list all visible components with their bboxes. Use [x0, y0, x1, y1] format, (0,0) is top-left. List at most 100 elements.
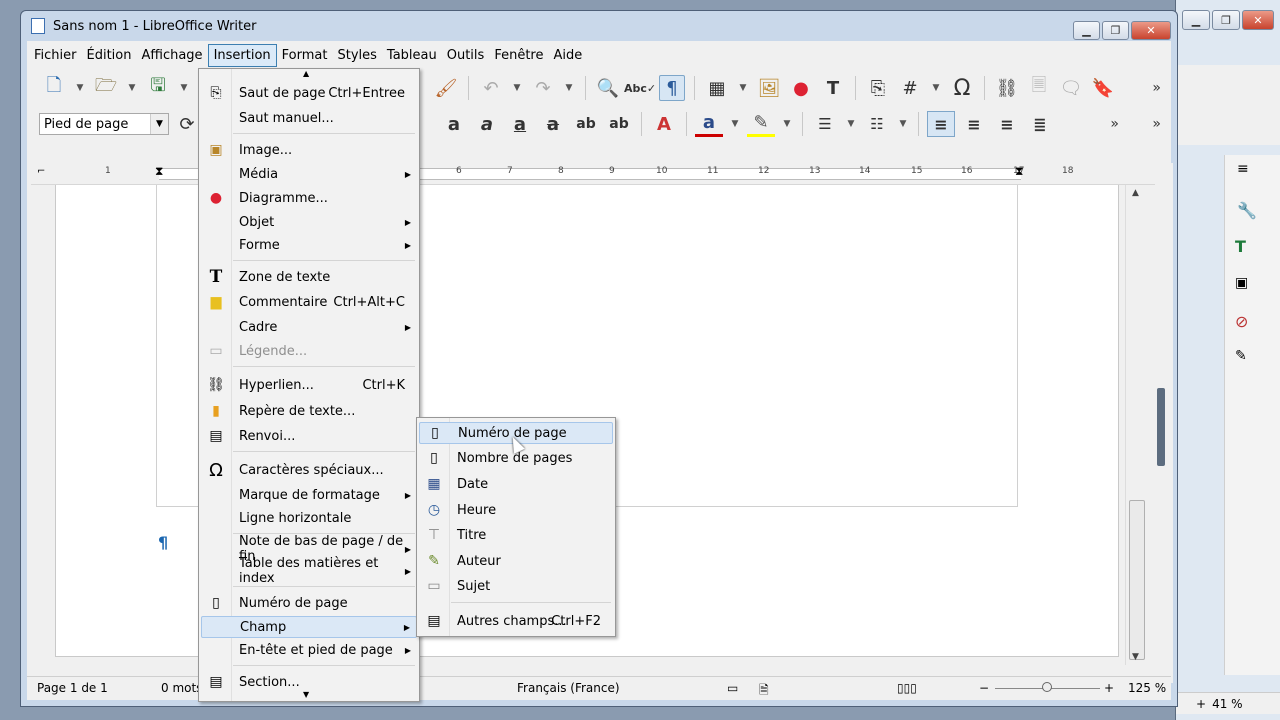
chevron-down-icon[interactable]: ▼ — [150, 114, 168, 134]
submenu-item-sujet[interactable]: ▭ Sujet — [419, 575, 613, 597]
justify-icon[interactable]: ≣ — [1026, 111, 1054, 137]
menu-styles[interactable]: Styles — [332, 45, 381, 66]
highlight-dropdown-icon[interactable]: ▼ — [780, 111, 794, 137]
table-dropdown-icon[interactable]: ▼ — [736, 75, 750, 101]
footnote-icon[interactable]: 🗏 — [1026, 75, 1052, 101]
undo-dropdown-icon[interactable]: ▼ — [510, 75, 524, 101]
gallery-icon[interactable]: ▣ — [1235, 275, 1248, 291]
menu-item-saut-manuel[interactable]: Saut manuel... — [201, 107, 417, 129]
bookmark-icon[interactable]: 🔖 — [1090, 75, 1116, 101]
strikethrough-icon[interactable]: a — [539, 111, 567, 137]
menu-format[interactable]: Format — [277, 45, 333, 66]
insert-table-icon[interactable]: ▦ — [704, 75, 730, 101]
menu-item-champ[interactable]: Champ ▶ — [201, 616, 417, 638]
wrench-icon[interactable]: 🔧 — [1237, 201, 1257, 220]
menu-insertion[interactable]: Insertion — [207, 43, 277, 67]
menu-item-diagramme[interactable]: ● Diagramme... — [201, 187, 417, 209]
format-toolbar-more-icon[interactable]: » — [1110, 116, 1119, 132]
selection-mode-icon[interactable]: ▭ — [727, 681, 738, 695]
maximize-icon[interactable]: ❐ — [1102, 21, 1129, 40]
field-dropdown-icon[interactable]: ▼ — [929, 75, 943, 101]
menu-scroll-down-icon[interactable]: ▼ — [303, 690, 309, 699]
minimize-icon[interactable]: ▁ — [1073, 21, 1100, 40]
font-color-dropdown-icon[interactable]: ▼ — [728, 111, 742, 137]
submenu-item-auteur[interactable]: ✎ Auteur — [419, 550, 613, 572]
scroll-thumb[interactable] — [1129, 500, 1145, 660]
vertical-scrollbar[interactable]: ▲ ▼ — [1125, 185, 1149, 665]
clone-formatting-icon[interactable]: 🖌 — [433, 75, 459, 101]
menu-item-commentaire[interactable]: ▆ Commentaire Ctrl+Alt+C — [201, 291, 417, 313]
menu-item-repere-de-texte[interactable]: ▮ Repère de texte... — [201, 400, 417, 422]
underline-icon[interactable]: a — [506, 111, 534, 137]
sidebar-grip[interactable] — [1157, 388, 1165, 466]
bg-close-icon[interactable]: ✕ — [1242, 10, 1274, 30]
open-dropdown-icon[interactable]: ▼ — [125, 75, 139, 101]
numbered-dropdown-icon[interactable]: ▼ — [896, 111, 910, 137]
menu-item-cadre[interactable]: Cadre ▶ — [201, 316, 417, 338]
zoom-slider-knob[interactable] — [1042, 682, 1052, 692]
insert-text-box-icon[interactable]: T — [820, 75, 846, 101]
menu-item-zone-de-texte[interactable]: T Zone de texte — [201, 266, 417, 288]
bullet-dropdown-icon[interactable]: ▼ — [844, 111, 858, 137]
menu-edition[interactable]: Édition — [82, 45, 137, 66]
menu-fenetre[interactable]: Fenêtre — [489, 45, 548, 66]
menu-tableau[interactable]: Tableau — [382, 45, 442, 66]
menu-item-objet[interactable]: Objet ▶ — [201, 211, 417, 233]
subscript-icon[interactable]: ab — [605, 111, 633, 137]
redo-icon[interactable]: ↷ — [530, 75, 556, 101]
menu-item-forme[interactable]: Forme ▶ — [201, 234, 417, 256]
font-color-icon[interactable]: a — [695, 111, 723, 137]
submenu-item-titre[interactable]: ⊤ Titre — [419, 524, 613, 546]
zoom-out-icon[interactable]: − — [979, 681, 989, 695]
menu-fichier[interactable]: Fichier — [29, 45, 82, 66]
comment-icon[interactable]: 🗨 — [1058, 75, 1084, 101]
save-icon[interactable]: 🖫 — [145, 75, 171, 101]
bullet-list-icon[interactable]: ☰ — [811, 111, 839, 137]
scroll-down-icon[interactable]: ▼ — [1132, 652, 1139, 662]
update-style-icon[interactable]: ⟳ — [174, 111, 200, 137]
menu-item-image[interactable]: ▣ Image... — [201, 139, 417, 161]
menu-item-table-des-matieres[interactable]: Table des matières et index ▶ — [201, 556, 417, 586]
menu-item-en-tete-pied-de-page[interactable]: En-tête et pied de page ▶ — [201, 639, 417, 661]
new-document-icon[interactable]: 🗋 — [41, 75, 67, 101]
view-layout-icon[interactable]: ▯▯▯ — [897, 681, 917, 695]
highlight-icon[interactable]: ✎ — [747, 111, 775, 137]
redo-dropdown-icon[interactable]: ▼ — [562, 75, 576, 101]
menu-item-numero-de-page[interactable]: ▯ Numéro de page — [201, 592, 417, 614]
insert-field-icon[interactable]: # — [897, 75, 923, 101]
submenu-item-date[interactable]: ▦ Date — [419, 473, 613, 495]
manage-changes-icon[interactable]: ✎ — [1235, 348, 1247, 364]
right-indent-icon[interactable]: ⧗ — [1015, 164, 1023, 179]
align-right-icon[interactable]: ≡ — [993, 111, 1021, 137]
menu-item-caracteres-speciaux[interactable]: Ω Caractères spéciaux... — [201, 459, 417, 481]
zoom-in-icon[interactable]: + — [1104, 681, 1114, 695]
page-count-status[interactable]: Page 1 de 1 — [37, 681, 108, 695]
toolbar-more-icon[interactable]: » — [1152, 80, 1161, 96]
zoom-level[interactable]: 125 % — [1128, 681, 1166, 695]
menu-scroll-up-icon[interactable]: ▲ — [303, 69, 309, 78]
tab-stop-icon[interactable]: ⌐ — [37, 166, 45, 177]
submenu-item-heure[interactable]: ◷ Heure — [419, 499, 613, 521]
menu-item-media[interactable]: Média ▶ — [201, 163, 417, 185]
left-indent-icon[interactable]: ⧗ — [155, 164, 163, 179]
menu-affichage[interactable]: Affichage — [136, 45, 207, 66]
numbered-list-icon[interactable]: ☷ — [863, 111, 891, 137]
insert-page-break-icon[interactable]: ⎘ — [865, 75, 891, 101]
properties-icon[interactable]: ≡ — [1237, 161, 1249, 177]
formatting-marks-icon[interactable]: ¶ — [659, 75, 685, 101]
align-left-icon[interactable]: ≡ — [927, 111, 955, 137]
align-center-icon[interactable]: ≡ — [960, 111, 988, 137]
new-dropdown-icon[interactable]: ▼ — [73, 75, 87, 101]
spelling-icon[interactable]: Abc✓ — [624, 75, 656, 101]
menu-item-ligne-horizontale[interactable]: Ligne horizontale — [201, 507, 417, 529]
open-folder-icon[interactable]: 🗁 — [93, 75, 119, 101]
undo-icon[interactable]: ↶ — [478, 75, 504, 101]
doc-modified-icon[interactable]: 🗎 — [759, 681, 769, 702]
paragraph-style-select[interactable]: Pied de page ▼ — [39, 113, 169, 135]
bold-icon[interactable]: a — [440, 111, 468, 137]
italic-icon[interactable]: a — [473, 111, 501, 137]
navigator-icon[interactable]: ⊘ — [1235, 312, 1248, 331]
insert-image-icon[interactable]: 🖼 — [756, 75, 782, 101]
styles-icon[interactable]: T — [1235, 237, 1246, 256]
scroll-up-icon[interactable]: ▲ — [1132, 188, 1139, 198]
